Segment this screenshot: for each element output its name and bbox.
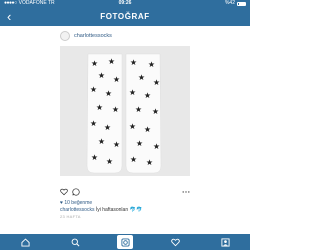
heart-icon[interactable] [60,188,68,196]
tab-search[interactable] [67,235,83,249]
tab-home[interactable] [17,235,33,249]
socks-image [60,46,190,176]
camera-icon [120,237,130,247]
page-title: FOTOĞRAF [100,12,150,21]
tab-activity[interactable] [167,235,183,249]
home-icon [20,237,30,247]
post-header: charlottessocks [0,30,250,44]
battery-info: %42 [225,0,246,7]
battery-percent: %42 [224,0,235,6]
more-options-icon[interactable] [182,188,190,196]
top-bar: ●●●●○ VODAFONE TR 09:26 %42 ‹ FOTOĞRAF [0,0,250,26]
post-photo[interactable] [60,46,190,176]
likes-label: 10 beğenme [64,200,93,206]
tab-profile[interactable] [217,235,233,249]
post-time: 23 HAFTA [60,214,81,219]
nav-bar: ‹ FOTOĞRAF [0,8,250,26]
search-icon [71,238,79,246]
caption: charlottessocks İyi haftasonları 🐬🐬 [60,207,142,213]
clock: 09:26 [118,0,132,6]
tab-camera[interactable] [117,235,133,249]
battery-icon [237,1,246,6]
profile-icon [220,237,230,247]
caption-text: İyi haftasonları [95,207,129,213]
post-username[interactable]: charlottessocks [74,33,112,39]
tab-bar [0,234,250,250]
comment-icon[interactable] [72,188,80,196]
caption-username[interactable]: charlottessocks [60,207,94,213]
post-actions [60,188,190,198]
heart-icon [170,238,180,246]
caption-emoji: 🐬🐬 [129,207,143,213]
likes-count[interactable]: ♥ 10 beğenme [60,200,92,206]
status-bar: ●●●●○ VODAFONE TR 09:26 %42 [0,0,250,7]
avatar[interactable] [60,31,70,41]
